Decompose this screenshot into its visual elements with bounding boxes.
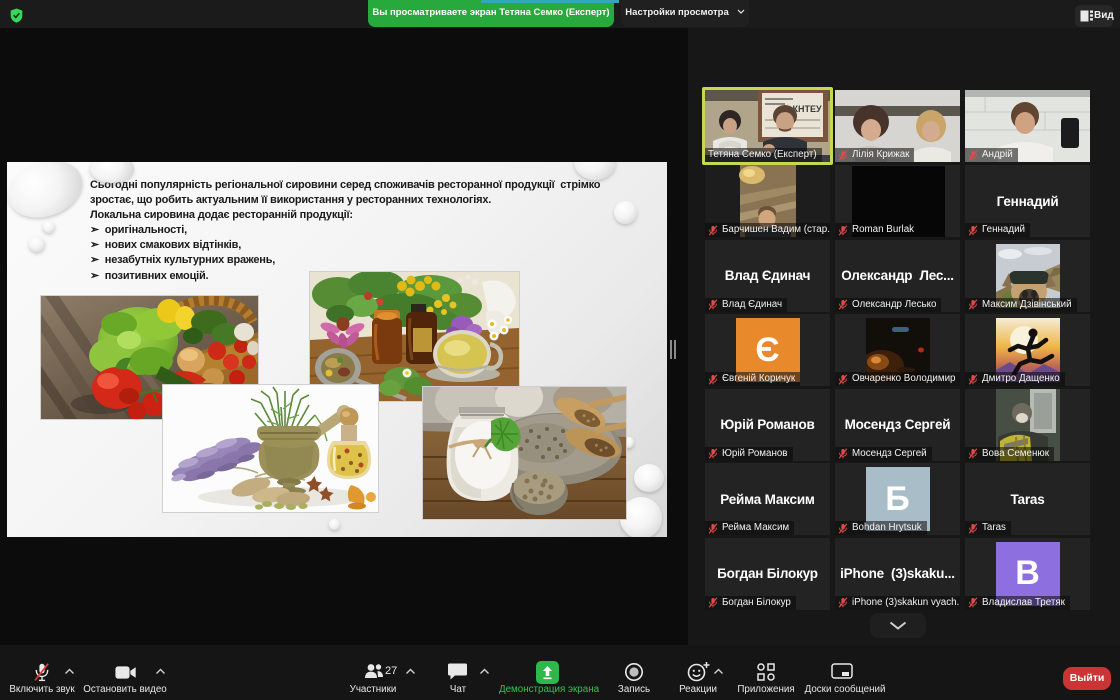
svg-text:КНТЕУ: КНТЕУ [792,104,821,114]
